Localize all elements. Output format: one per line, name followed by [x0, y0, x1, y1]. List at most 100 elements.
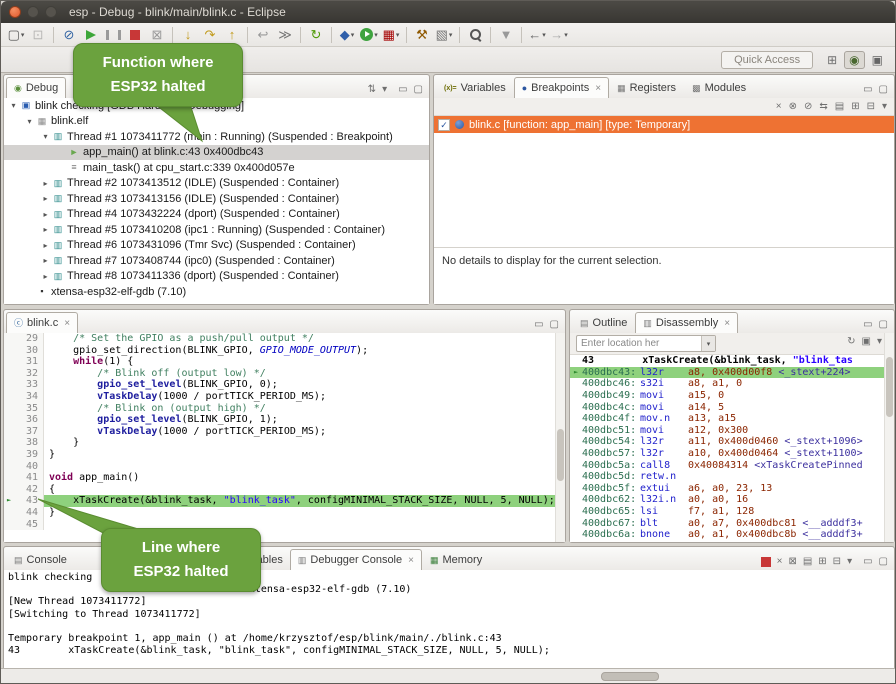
editor-line[interactable]: 35 /* Blink on (output high) */ — [4, 403, 565, 415]
editor-line[interactable]: 36 gpio_set_level(BLINK_GPIO, 1); — [4, 414, 565, 426]
editor-line[interactable]: 38 } — [4, 437, 565, 449]
editor-line[interactable]: 39} — [4, 449, 565, 461]
view-toolbar-icon[interactable]: ⊞ — [850, 102, 860, 112]
debug-tree-row[interactable]: ▸▥Thread #5 1073410208 (ipc1 : Running) … — [4, 222, 429, 238]
suspend-icon[interactable] — [102, 25, 124, 45]
disassembly-row[interactable]: 400dbc62:l32i.na0, a0, 16 — [570, 494, 894, 506]
minimize-icon[interactable]: ▭ — [397, 85, 408, 95]
perspective-debug-icon[interactable]: ◉ — [844, 51, 864, 69]
maximize-icon[interactable]: ▢ — [549, 320, 560, 330]
view-toolbar-icon[interactable]: ⊟ — [832, 557, 842, 567]
close-icon[interactable]: × — [595, 83, 601, 94]
minimize-icon[interactable]: ▭ — [862, 557, 873, 567]
view-toolbar-icon[interactable]: ▤ — [802, 557, 813, 567]
quick-access[interactable]: Quick Access — [721, 51, 813, 69]
disasm-tab-disassembly[interactable]: ▥Disassembly× — [635, 312, 738, 333]
resume-icon[interactable] — [80, 25, 102, 45]
expand-arrow-icon[interactable]: ▾ — [24, 117, 35, 126]
open-perspective-icon[interactable]: ⊞ — [823, 52, 841, 68]
editor-tab-blink-c[interactable]: ⓒblink.c× — [6, 312, 78, 333]
minimize-icon[interactable]: ▭ — [862, 320, 873, 330]
view-toolbar-icon[interactable]: × — [775, 102, 783, 112]
annotations-icon[interactable]: ▼ — [495, 25, 517, 45]
debug-tree-row[interactable]: ▪xtensa-esp32-elf-gdb (7.10) — [4, 284, 429, 300]
views-tab-registers[interactable]: ▦Registers — [609, 77, 684, 98]
step-into-icon[interactable]: ↓ — [177, 25, 199, 45]
close-icon[interactable]: × — [64, 318, 70, 329]
editor-scrollbar-thumb[interactable] — [557, 429, 564, 481]
forward-icon[interactable]: →▾ — [548, 25, 570, 45]
expand-arrow-icon[interactable]: ▸ — [40, 225, 51, 234]
debug-tree-row[interactable]: ►app_main() at blink.c:43 0x400dbc43 — [4, 145, 429, 161]
view-menu-icon[interactable]: ▾ — [381, 85, 388, 95]
editor-line[interactable]: 41void app_main() — [4, 472, 565, 484]
console-tab-memory[interactable]: ▦Memory — [422, 549, 490, 570]
expand-arrow-icon[interactable]: ▾ — [8, 101, 19, 110]
disconnect-icon[interactable]: ⊠ — [146, 25, 168, 45]
maximize-icon[interactable]: ▢ — [878, 557, 889, 567]
run-dropdown-icon[interactable]: ▾ — [358, 25, 380, 45]
step-return-icon[interactable]: ↑ — [221, 25, 243, 45]
disassembly-row[interactable]: 400dbc46:s32ia8, a1, 0 — [570, 378, 894, 390]
editor-line[interactable]: 30 gpio_set_direction(BLINK_GPIO, GPIO_M… — [4, 345, 565, 357]
disasm-tab-outline[interactable]: ▤Outline — [572, 312, 635, 333]
minimize-icon[interactable]: ▭ — [533, 320, 544, 330]
expand-arrow-icon[interactable]: ▸ — [40, 210, 51, 219]
disassembly-row[interactable]: 400dbc5d:retw.n — [570, 471, 894, 483]
window-minimize-button[interactable] — [27, 6, 39, 18]
debug-tree-row[interactable]: ▸▥Thread #8 1073411336 (dport) (Suspende… — [4, 269, 429, 285]
expand-arrow-icon[interactable]: ▸ — [40, 179, 51, 188]
debug-tab-debug[interactable]: ◉Debug — [6, 77, 66, 98]
skip-all-breakpoints-icon[interactable]: ⊘ — [58, 25, 80, 45]
drop-to-frame-icon[interactable]: ↩ — [252, 25, 274, 45]
expand-arrow-icon[interactable]: ▾ — [40, 132, 51, 141]
disassembly-row[interactable]: 400dbc4c:movia14, 5 — [570, 401, 894, 413]
debug-tree-row[interactable]: ▸▥Thread #3 1073413156 (IDLE) (Suspended… — [4, 191, 429, 207]
disassembly-row[interactable]: 400dbc65:lsif7, a1, 128 — [570, 506, 894, 518]
disassembly-row[interactable]: 400dbc5f:extuia6, a0, 23, 13 — [570, 483, 894, 495]
expand-arrow-icon[interactable]: ▸ — [40, 272, 51, 281]
external-tools-icon[interactable]: ▦▾ — [380, 25, 402, 45]
debug-tree-row[interactable]: ▸▥Thread #7 1073408744 (ipc0) (Suspended… — [4, 253, 429, 269]
views-tab-variables[interactable]: (x)=Variables — [436, 77, 514, 98]
terminate-icon[interactable] — [124, 25, 146, 45]
instruction-stepping-icon[interactable]: ≫ — [274, 25, 296, 45]
sash-handle[interactable] — [601, 672, 659, 681]
disassembly-row[interactable]: 400dbc57:l32ra10, 0x400d0464 <_stext+110… — [570, 448, 894, 460]
disassembly-row[interactable]: 400dbc49:movia15, 0 — [570, 390, 894, 402]
view-toolbar-icon[interactable]: ↻ — [846, 337, 856, 347]
view-toolbar-icon[interactable]: ⊗ — [788, 102, 798, 112]
combo-caret-icon[interactable]: ▾ — [701, 336, 715, 351]
view-toolbar-icon[interactable]: ⊘ — [803, 102, 813, 112]
maximize-icon[interactable]: ▢ — [878, 85, 889, 95]
debug-tree-row[interactable]: ▾▦blink.elf — [4, 114, 429, 130]
editor-line[interactable]: 31 while(1) { — [4, 356, 565, 368]
disassembly-row[interactable]: 400dbc6a:bnonea0, a1, 0x400dbc8b <__addd… — [570, 529, 894, 541]
close-icon[interactable]: × — [408, 555, 414, 566]
terminate-console-icon[interactable] — [760, 557, 772, 567]
expand-arrow-icon[interactable]: ▸ — [40, 241, 51, 250]
maximize-icon[interactable]: ▢ — [413, 85, 424, 95]
view-toolbar-icon[interactable]: ▾ — [881, 102, 888, 112]
disassembly-row[interactable]: 400dbc67:blta0, a7, 0x400dbc81 <__adddf3… — [570, 517, 894, 529]
views-tab-modules[interactable]: ▩Modules — [684, 77, 754, 98]
maximize-icon[interactable]: ▢ — [878, 320, 889, 330]
debug-tree-row[interactable]: ▾▥Thread #1 1073411772 (main : Running) … — [4, 129, 429, 145]
editor-line[interactable]: 29 /* Set the GPIO as a push/pull output… — [4, 333, 565, 345]
editor-line[interactable]: 32 /* Blink off (output low) */ — [4, 368, 565, 380]
disassembly-row[interactable]: 400dbc54:l32ra11, 0x400d0460 <_stext+109… — [570, 436, 894, 448]
minimize-icon[interactable]: ▭ — [862, 85, 873, 95]
view-toolbar-icon[interactable]: ▾ — [876, 337, 883, 347]
build-icon[interactable]: ⚒ — [411, 25, 433, 45]
close-icon[interactable]: × — [724, 318, 730, 329]
view-toolbar-icon[interactable]: ▤ — [834, 102, 845, 112]
save-icon[interactable]: ⊡ — [27, 25, 49, 45]
view-toolbar-icon[interactable]: ▣ — [861, 337, 872, 347]
back-icon[interactable]: ←▾ — [526, 25, 548, 45]
console-tab-debugger-console[interactable]: ▥Debugger Console× — [290, 549, 422, 570]
disassembly-row[interactable]: 43 xTaskCreate(&blink_task, "blink_tas — [570, 355, 894, 367]
disassembly-row[interactable]: 400dbc4f:mov.na13, a15 — [570, 413, 894, 425]
editor-line[interactable]: 34 vTaskDelay(1000 / portTICK_PERIOD_MS)… — [4, 391, 565, 403]
window-maximize-button[interactable] — [45, 6, 57, 18]
editor-scrollbar[interactable] — [555, 333, 565, 542]
